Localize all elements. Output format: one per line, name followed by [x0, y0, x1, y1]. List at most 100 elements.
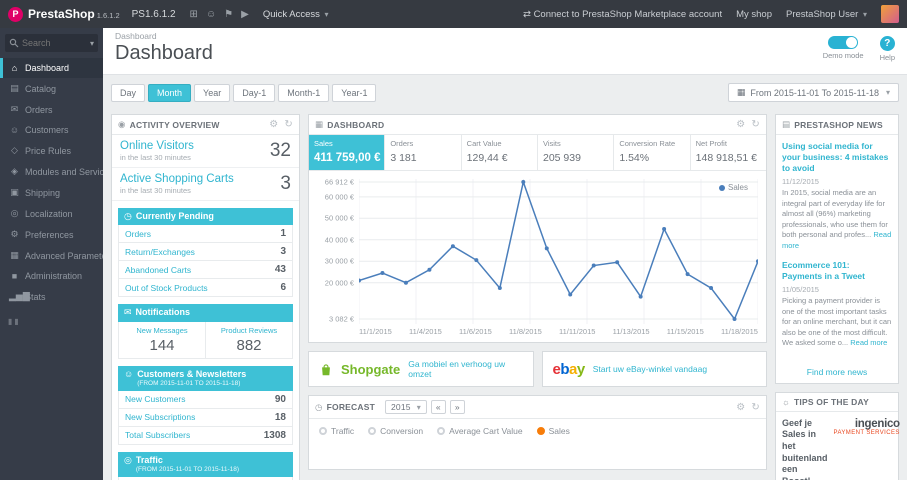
sidebar-item-administration[interactable]: ■ Administration	[0, 266, 103, 286]
quick-access-menu[interactable]: Quick Access ▾	[263, 9, 329, 20]
activity-row-new-subscriptions[interactable]: New Subscriptions 18	[118, 408, 293, 427]
read-more-link[interactable]: Read more	[782, 230, 891, 250]
activity-row-orders[interactable]: Orders 1	[118, 225, 293, 244]
refresh-icon[interactable]: ↻	[751, 119, 760, 130]
shopgate-promo[interactable]: Shopgate Ga mobiel en verhoog uw omzet	[308, 351, 534, 387]
forecast-legend-sales[interactable]: Sales	[536, 426, 570, 436]
row-value: 3	[280, 246, 286, 258]
filter-button-day-1[interactable]: Day-1	[233, 83, 276, 102]
article-date: 11/05/2015	[782, 285, 819, 295]
legend-dot	[319, 427, 327, 435]
toggle-switch-icon[interactable]	[828, 36, 859, 49]
sidebar-item-price-rules[interactable]: ◇ Price Rules	[0, 140, 103, 161]
demo-mode-toggle[interactable]: Demo mode	[823, 36, 864, 60]
forecast-legend-conversion[interactable]: Conversion	[368, 426, 423, 436]
activity-row-total-subscribers[interactable]: Total Subscribers 1308	[118, 426, 293, 445]
sidebar-item-label: Customers	[25, 125, 69, 135]
refresh-icon[interactable]: ↻	[751, 402, 760, 413]
shop-name[interactable]: PS1.6.1.2	[132, 9, 176, 20]
forecast-legend-traffic[interactable]: Traffic	[319, 426, 354, 436]
activity-row-abandoned-carts[interactable]: Abandoned Carts 43	[118, 261, 293, 280]
filter-button-day[interactable]: Day	[111, 83, 146, 102]
activity-col-product-reviews[interactable]: Product Reviews 882	[205, 321, 292, 358]
find-more-news-link[interactable]: Find more news	[776, 364, 898, 383]
section-subtitle: (FROM 2015-11-01 TO 2015-11-18)	[137, 379, 241, 387]
filter-button-month[interactable]: Month	[148, 83, 192, 102]
prestashop-logo[interactable]: P PrestaShop 1.6.1.2	[8, 6, 120, 22]
marketplace-link[interactable]: ⇄ Connect to PrestaShop Marketplace acco…	[523, 9, 722, 20]
sidebar-search[interactable]: ▾	[5, 34, 98, 52]
user-menu[interactable]: PrestaShop User ▾	[786, 9, 867, 20]
activity-big-stat[interactable]: Active Shopping Carts in the last 30 minu…	[112, 168, 299, 201]
row-value: 6	[280, 282, 286, 294]
forecast-legend-average-cart-value[interactable]: Average Cart Value	[437, 426, 523, 436]
gear-icon[interactable]: ⚙	[736, 119, 745, 130]
activity-row-new-customers[interactable]: New Customers 90	[118, 390, 293, 409]
demo-mode-label: Demo mode	[822, 51, 864, 60]
megaphone-icon[interactable]: ⚑	[224, 9, 233, 20]
rocket-icon[interactable]: ▶	[241, 9, 249, 20]
tips-of-the-day-panel: ☼ TIPS OF THE DAY Geef je Sales in het b…	[775, 391, 900, 480]
activity-col-new-messages[interactable]: New Messages 144	[119, 322, 205, 358]
ebay-letter: a	[569, 360, 577, 378]
sidebar-item-localization[interactable]: ◎ Localization	[0, 203, 103, 224]
x-tick-label: 11/13/2015	[612, 327, 650, 336]
forecast-next-button[interactable]: »	[449, 400, 465, 414]
news-panel-title: PRESTASHOP NEWS	[794, 119, 883, 130]
sidebar-menu: ⌂ Dashboard ▤ Catalog ✉ Orders ☺ Customers ◇ Pric…	[0, 58, 103, 307]
big-stat-sub: in the last 30 minutes	[120, 186, 191, 195]
help-button[interactable]: ? Help	[880, 36, 895, 62]
y-tick-label: 66 912 €	[324, 177, 354, 187]
kpi-tab-conversion-rate[interactable]: Conversion Rate 1.54%	[614, 135, 691, 170]
sidebar-item-advanced-parameters[interactable]: ▦ Advanced Parameters	[0, 245, 103, 266]
page-title: Dashboard	[115, 42, 213, 64]
forecast-year-select[interactable]: 2015 ▾	[384, 400, 427, 414]
sidebar-item-shipping[interactable]: ▣ Shipping	[0, 182, 103, 203]
kpi-tab-sales[interactable]: Sales 411 759,00 €	[309, 135, 386, 170]
activity-big-stat[interactable]: Online Visitors in the last 30 minutes 32	[112, 135, 299, 168]
sidebar-collapse-button[interactable]: ▮▮	[0, 307, 103, 336]
sidebar-item-catalog[interactable]: ▤ Catalog	[0, 78, 103, 99]
sidebar-item-orders[interactable]: ✉ Orders	[0, 99, 103, 120]
section-header: ☺ Customers & Newsletters (FROM 2015-11-01…	[118, 365, 293, 391]
gear-icon[interactable]: ⚙	[736, 402, 745, 413]
activity-section-notifications: ✉ Notifications New Messages 144 Product Rev…	[118, 304, 293, 359]
forecast-prev-button[interactable]: «	[430, 400, 446, 414]
kpi-tab-orders[interactable]: Orders 3 181	[385, 135, 462, 170]
filter-button-year-1[interactable]: Year-1	[332, 83, 377, 102]
x-tick-label: 11/15/2015	[666, 327, 704, 336]
activity-row-out-of-stock-products[interactable]: Out of Stock Products 6	[118, 279, 293, 298]
my-shop-link[interactable]: My shop	[736, 9, 772, 20]
sidebar-item-dashboard[interactable]: ⌂ Dashboard	[0, 58, 103, 78]
news-article: Ecommerce 101: Payments in a Tweet 11/05/…	[782, 260, 892, 349]
avatar[interactable]	[881, 5, 899, 23]
profile-icon[interactable]: ☺	[206, 9, 216, 20]
ebay-link[interactable]: Start uw eBay-winkel vandaag	[593, 364, 707, 374]
ebay-promo[interactable]: ebay Start uw eBay-winkel vandaag	[541, 351, 767, 387]
big-stat-value: 32	[269, 140, 291, 161]
filter-button-year[interactable]: Year	[194, 83, 231, 102]
refresh-icon[interactable]: ↻	[284, 119, 293, 130]
gear-icon[interactable]: ⚙	[269, 119, 278, 130]
date-range-picker[interactable]: ▦ From 2015-11-01 To 2015-11-18 ▾	[727, 83, 899, 102]
read-more-link[interactable]: Read more	[850, 338, 887, 347]
activity-row-return-exchanges[interactable]: Return/Exchanges 3	[118, 243, 293, 262]
sidebar-item-modules-and-services[interactable]: ◈ Modules and Services	[0, 161, 103, 182]
filter-button-month-1[interactable]: Month-1	[278, 83, 330, 102]
sidebar-item-preferences[interactable]: ⚙ Preferences	[0, 224, 103, 245]
shopgate-link[interactable]: Ga mobiel en verhoog uw omzet	[408, 359, 522, 379]
article-title[interactable]: Ecommerce 101: Payments in a Tweet	[782, 260, 892, 282]
kpi-tab-visits[interactable]: Visits 205 939	[538, 135, 615, 170]
cart-icon[interactable]: ⊞	[190, 9, 198, 20]
ingenico-brand-name: ingenico	[854, 417, 900, 430]
search-input[interactable]	[22, 38, 85, 48]
sales-chart-area: 66 912 € 60 000 € 50 000 € 40 000 € 30 000 €…	[309, 171, 766, 324]
sidebar-item-stats[interactable]: ▂▅▇ Stats	[0, 286, 103, 307]
article-title[interactable]: Using social media for your business: 4 …	[782, 141, 892, 174]
sidebar-item-customers[interactable]: ☺ Customers	[0, 120, 103, 140]
kpi-tab-cart-value[interactable]: Cart Value 129,44 €	[462, 135, 538, 170]
kpi-label: Orders	[390, 139, 414, 148]
marketplace-icon: ⇄	[522, 8, 531, 20]
kpi-tab-net-profit[interactable]: Net Profit 148 918,51 €	[691, 135, 766, 170]
kpi-label: Visits	[542, 139, 561, 148]
